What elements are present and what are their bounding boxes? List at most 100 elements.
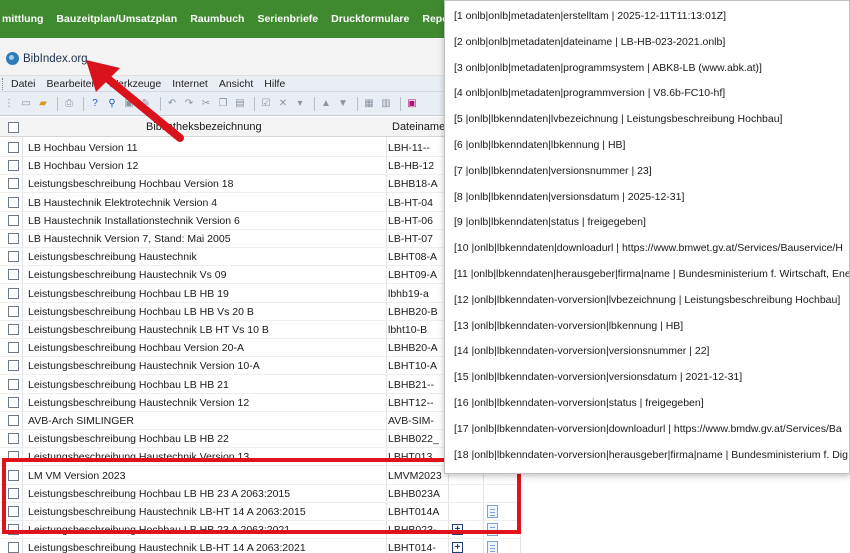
library-name: Leistungsbeschreibung Hochbau Version 18 <box>28 178 234 191</box>
down-icon[interactable]: ▼ <box>336 97 350 111</box>
row-checkbox[interactable] <box>8 251 19 263</box>
add-library-button[interactable]: + <box>452 542 463 553</box>
table-row[interactable]: Leistungsbeschreibung Haustechnik Versio… <box>0 357 520 376</box>
row-checkbox[interactable] <box>8 142 19 153</box>
table-row[interactable]: LB Hochbau Version 11 LBH-11-- <box>0 139 520 157</box>
library-name: Leistungsbeschreibung Haustechnik Vs 09 <box>28 269 227 282</box>
library-name: LB Haustechnik Elektrotechnik Version 4 <box>28 196 218 209</box>
row-checkbox[interactable] <box>8 378 19 390</box>
app-title-text: BibIndex.org <box>23 52 88 65</box>
row-checkbox[interactable] <box>8 269 19 281</box>
paste-icon[interactable]: ▤ <box>233 97 247 111</box>
row-checkbox[interactable] <box>8 433 19 445</box>
row-checkbox[interactable] <box>8 342 19 354</box>
table-row[interactable]: LB Hochbau Version 12 LB-HB-12 <box>0 157 520 176</box>
table-row[interactable]: Leistungsbeschreibung Haustechnik LB-HT … <box>0 539 520 553</box>
toolbar-separator <box>357 96 358 111</box>
stop-icon[interactable]: ▣ <box>405 97 419 111</box>
file-name: LBHB21-- <box>388 378 435 391</box>
table-row[interactable]: Leistungsbeschreibung Hochbau LB HB 22 LB… <box>0 430 520 449</box>
menu-grip-icon[interactable] <box>2 77 5 90</box>
table-row[interactable]: LB Haustechnik Version 7, Stand: Mai 200… <box>0 230 520 248</box>
app-title[interactable]: BibIndex.org <box>6 52 88 65</box>
tooltip-line: [6 |onlb|lbkenndaten|lbkennung | HB] <box>454 139 626 151</box>
menu-item-hilfe[interactable]: Hilfe <box>264 78 285 90</box>
table-row[interactable]: Leistungsbeschreibung Hochbau LB HB 19 lb… <box>0 285 520 303</box>
row-checkbox[interactable] <box>8 214 19 226</box>
row-checkbox[interactable] <box>8 396 19 408</box>
row-checkbox[interactable] <box>8 178 19 190</box>
row-checkbox[interactable] <box>8 196 19 208</box>
topnav-item[interactable]: Raumbuch <box>190 13 244 25</box>
copy-icon[interactable]: ❐ <box>216 97 230 111</box>
select-all-checkbox[interactable] <box>8 122 19 133</box>
cut-icon[interactable]: ✂ <box>199 97 213 111</box>
row-checkbox[interactable] <box>8 542 19 553</box>
tooltip-line: [10 |onlb|lbkenndaten|downloadurl | http… <box>454 242 843 255</box>
library-name: Leistungsbeschreibung Haustechnik LB-HT … <box>28 542 306 553</box>
row-checkbox[interactable] <box>8 233 19 244</box>
row-checkbox[interactable] <box>8 287 19 299</box>
print-icon[interactable]: ⎙ <box>62 97 76 111</box>
topnav-item[interactable]: Serienbriefe <box>257 13 318 25</box>
library-name: Leistungsbeschreibung Haustechnik <box>28 251 197 264</box>
table-row[interactable]: Leistungsbeschreibung Haustechnik LB HT … <box>0 321 520 339</box>
library-name: LB Hochbau Version 12 <box>28 160 139 173</box>
toolbar-separator <box>254 96 255 111</box>
menu-item-datei[interactable]: Datei <box>11 78 36 90</box>
topnav-item[interactable]: mittlung <box>2 13 43 25</box>
metadata-tooltip: [1 onlb|onlb|metadaten|erstelltam | 2025… <box>444 0 850 474</box>
tooltip-line: [5 |onlb|lbkenndaten|lvbezeichnung | Lei… <box>454 113 783 126</box>
columns-icon[interactable]: ▥ <box>379 97 393 111</box>
file-name: lbht10-B <box>388 324 428 336</box>
table-row[interactable]: Leistungsbeschreibung Hochbau Version 20… <box>0 339 520 358</box>
table-row[interactable]: LB Haustechnik Installationstechnik Vers… <box>0 212 520 230</box>
delete-icon[interactable]: ✕ <box>276 97 290 111</box>
table-row[interactable]: LB Haustechnik Elektrotechnik Version 4 L… <box>0 194 520 212</box>
grip-icon[interactable]: ⋮ <box>2 97 16 111</box>
table-row[interactable]: AVB-Arch SIMLINGER AVB-SIM- <box>0 412 520 430</box>
row-checkbox[interactable] <box>8 324 19 335</box>
file-name: LBHT08-A <box>388 251 438 264</box>
file-name: LB-HB-12 <box>388 160 435 173</box>
row-checkbox[interactable] <box>8 305 19 317</box>
tooltip-line: [16 |onlb|lbkenndaten-vorversion|status … <box>454 397 704 409</box>
new-document-icon[interactable]: ▭ <box>19 97 33 111</box>
library-name: Leistungsbeschreibung Haustechnik LB HT … <box>28 324 269 336</box>
header-file-name[interactable]: Dateiname <box>392 121 445 133</box>
row-checkbox[interactable] <box>8 160 19 172</box>
dropdown-icon[interactable]: ▾ <box>293 97 307 111</box>
library-name: Leistungsbeschreibung Haustechnik Versio… <box>28 396 250 409</box>
toolbar-separator <box>400 96 401 111</box>
menu-item-ansicht[interactable]: Ansicht <box>219 78 253 90</box>
document-icon[interactable] <box>487 541 498 553</box>
tooltip-line: [2 onlb|onlb|metadaten|dateiname | LB-HB… <box>454 35 726 48</box>
table-row[interactable]: Leistungsbeschreibung Hochbau Version 18… <box>0 175 520 194</box>
table-row[interactable]: Leistungsbeschreibung Hochbau LB HB Vs 2… <box>0 303 520 321</box>
topnav-item[interactable]: Druckformulare <box>331 13 409 25</box>
library-name: Leistungsbeschreibung Hochbau Version 20… <box>28 342 244 355</box>
file-name: LBHT12-- <box>388 396 434 409</box>
table-icon[interactable]: ▦ <box>362 97 376 111</box>
file-name: LBH-11-- <box>388 142 430 154</box>
file-name: LBHB022_ <box>388 433 439 446</box>
file-name: LBHB20-A <box>388 342 438 355</box>
file-name: LBHB18-A <box>388 178 438 191</box>
table-row[interactable]: Leistungsbeschreibung Haustechnik Vs 09 L… <box>0 266 520 285</box>
tooltip-line: [9 |onlb|lbkenndaten|status | freigegebe… <box>454 216 646 229</box>
tooltip-line: [8 |onlb|lbkenndaten|versionsdatum | 202… <box>454 190 685 203</box>
tooltip-line: [12 |onlb|lbkenndaten-vorversion|lvbezei… <box>454 293 841 306</box>
topnav-item[interactable]: Bauzeitplan/Umsatzplan <box>56 13 177 25</box>
row-checkbox[interactable] <box>8 415 19 426</box>
library-name: Leistungsbeschreibung Hochbau LB HB Vs 2… <box>28 305 254 318</box>
library-name: AVB-Arch SIMLINGER <box>28 415 134 427</box>
properties-icon[interactable]: ☑ <box>259 97 273 111</box>
row-checkbox[interactable] <box>8 360 19 372</box>
tooltip-line: [18 |onlb|lbkenndaten-vorversion|herausg… <box>454 448 848 461</box>
file-name: AVB-SIM- <box>388 415 434 427</box>
up-icon[interactable]: ▲ <box>319 97 333 111</box>
table-row[interactable]: Leistungsbeschreibung Haustechnik LBHT08-… <box>0 248 520 267</box>
table-row[interactable]: Leistungsbeschreibung Hochbau LB HB 21 LB… <box>0 376 520 394</box>
table-row[interactable]: Leistungsbeschreibung Haustechnik Versio… <box>0 394 520 412</box>
open-folder-icon[interactable]: ▰ <box>36 97 50 111</box>
